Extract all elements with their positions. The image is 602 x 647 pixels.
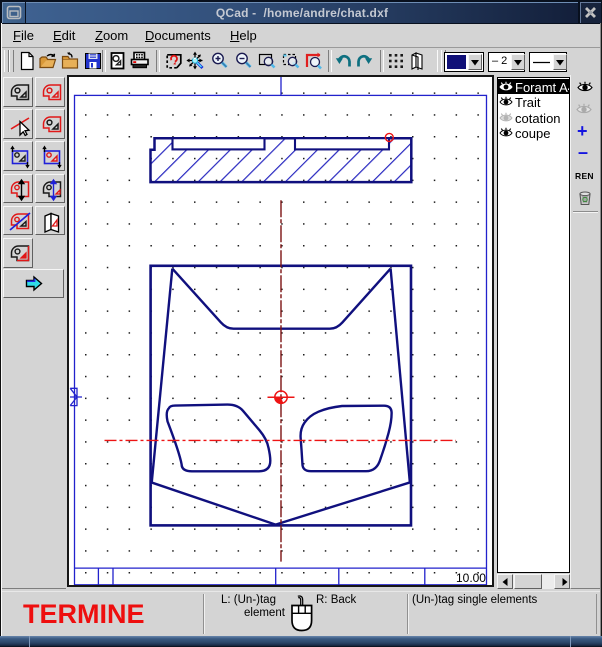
svg-text:10.00: 10.00: [455, 571, 485, 585]
